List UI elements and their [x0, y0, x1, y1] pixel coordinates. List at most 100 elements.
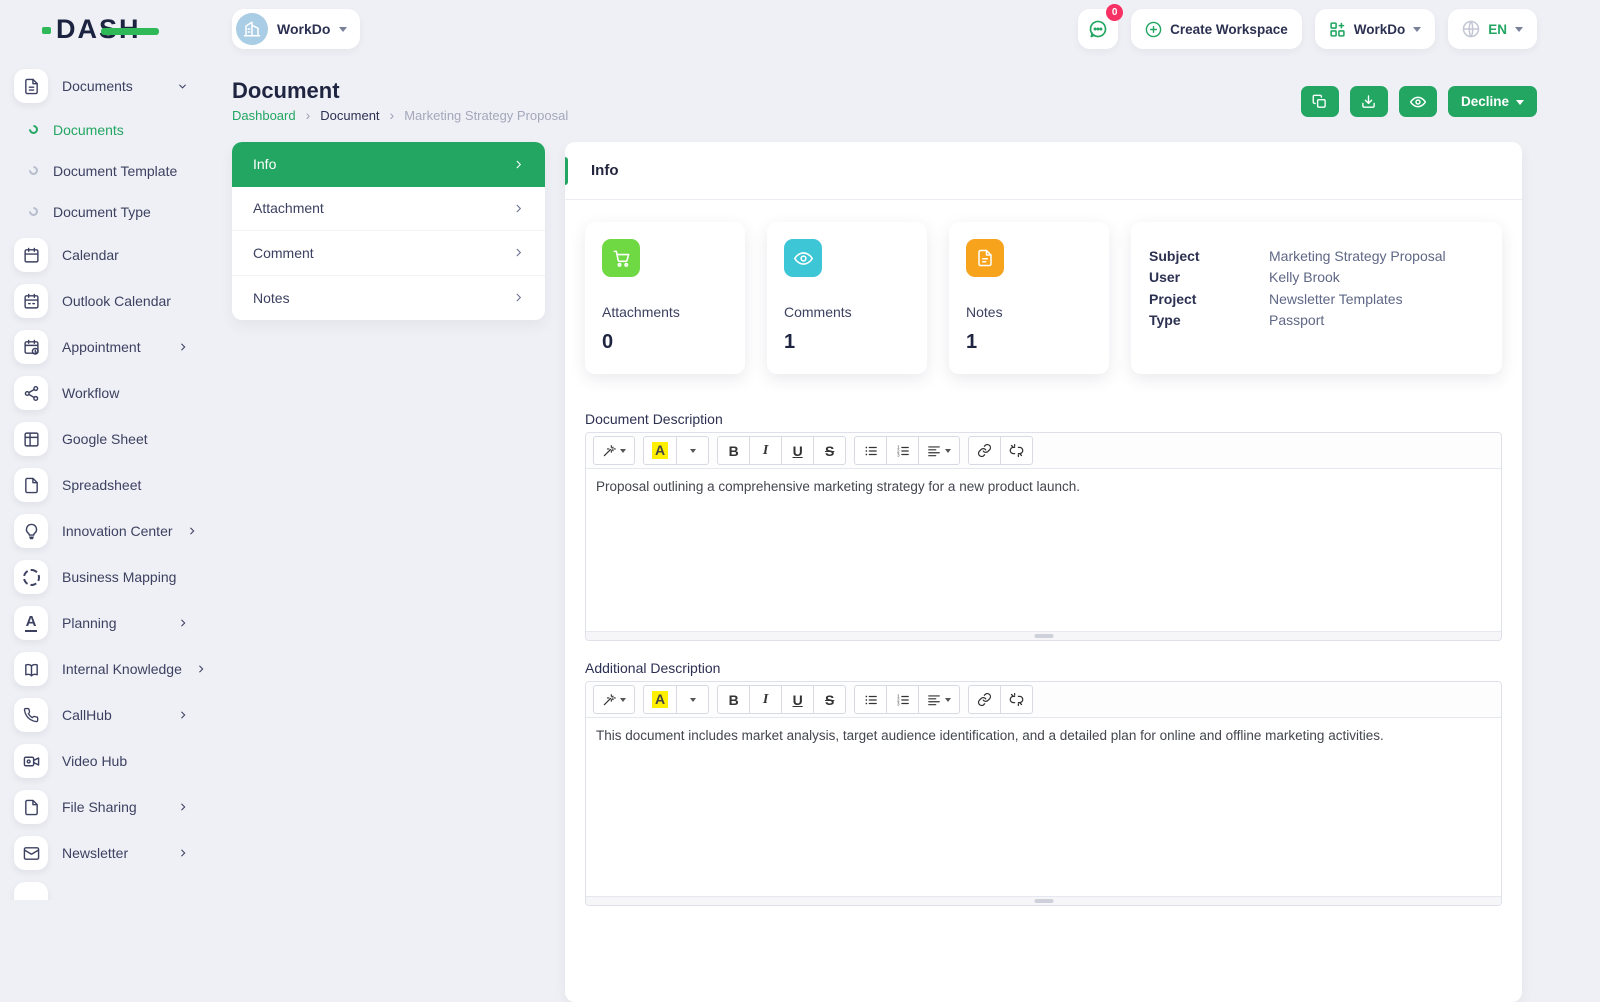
language-selector[interactable]: EN	[1448, 9, 1537, 49]
tab-notes[interactable]: Notes	[232, 276, 545, 321]
create-workspace-button[interactable]: Create Workspace	[1131, 9, 1302, 49]
tab-attachment[interactable]: Attachment	[232, 187, 545, 231]
breadcrumb-dashboard-link[interactable]: Dashboard	[232, 108, 296, 123]
sidebar-item-internal-knowledge[interactable]: Internal Knowledge	[0, 646, 212, 692]
resize-grip[interactable]	[1034, 634, 1053, 638]
sidebar-item-callhub[interactable]: CallHub	[0, 692, 212, 738]
style-magic-button[interactable]	[593, 685, 635, 714]
sidebar-item-partial[interactable]	[0, 876, 212, 900]
paragraph-align-button[interactable]	[918, 685, 961, 714]
bullet-ring-icon	[27, 205, 40, 218]
sidebar-item-appointment[interactable]: Appointment	[0, 324, 212, 370]
eye-icon	[784, 239, 822, 277]
paragraph-align-button[interactable]	[918, 436, 961, 465]
sidebar-item-documents[interactable]: Documents	[0, 109, 212, 150]
sidebar-item-label: Workflow	[62, 385, 120, 401]
download-icon	[1362, 95, 1376, 108]
workdo-apps-menu[interactable]: WorkDo	[1314, 9, 1436, 49]
sidebar-item-planning[interactable]: A Planning	[0, 600, 212, 646]
chevron-right-icon	[513, 203, 524, 214]
detail-value: Marketing Strategy Proposal	[1269, 248, 1446, 264]
font-color-caret-button[interactable]	[676, 436, 710, 465]
chat-button[interactable]: 0	[1078, 4, 1124, 49]
sidebar-item-file-sharing[interactable]: File Sharing	[0, 784, 212, 830]
sidebar-item-video-hub[interactable]: Video Hub	[0, 738, 212, 784]
app-logo[interactable]: DASH	[42, 14, 159, 45]
ordered-list-button[interactable]: 123	[886, 436, 920, 465]
ordered-list-button[interactable]: 123	[886, 685, 920, 714]
sidebar-item-label: Newsletter	[62, 845, 129, 861]
info-card-header: Info	[565, 142, 1522, 200]
insert-link-button[interactable]	[968, 685, 1002, 714]
calendar-icon	[14, 238, 48, 272]
detail-label: Subject	[1149, 248, 1200, 264]
sidebar-item-google-sheet[interactable]: Google Sheet	[0, 416, 212, 462]
chevron-right-icon	[513, 159, 524, 170]
sidebar-item-label: Video Hub	[62, 753, 128, 769]
duplicate-button[interactable]	[1300, 86, 1339, 117]
underline-button[interactable]: U	[781, 685, 815, 714]
sidebar-item-outlook-calendar[interactable]: Outlook Calendar	[0, 278, 212, 324]
italic-button[interactable]: I	[749, 685, 783, 714]
unlink-button[interactable]	[1000, 685, 1034, 714]
additional-description-text[interactable]: This document includes market analysis, …	[586, 718, 1501, 896]
sidebar-item-label: Appointment	[62, 339, 141, 355]
font-color-button[interactable]: A	[643, 436, 678, 465]
chevron-down-icon	[620, 449, 626, 456]
sidebar-item-document-template[interactable]: Document Template	[0, 150, 212, 191]
sidebar-item-calendar[interactable]: Calendar	[0, 232, 212, 278]
apps-grid-icon	[1330, 21, 1345, 37]
italic-button[interactable]: I	[749, 436, 783, 465]
document-description-editor: A B I U S 1 2 3 Proposal outlining a com…	[585, 432, 1502, 641]
sidebar-item-workflow[interactable]: Workflow	[0, 370, 212, 416]
font-color-caret-button[interactable]	[676, 685, 710, 714]
hidden-icon	[14, 882, 48, 900]
document-description-text[interactable]: Proposal outlining a comprehensive marke…	[586, 469, 1501, 631]
bullet-list-icon	[865, 695, 877, 704]
preview-button[interactable]	[1398, 86, 1437, 117]
chevron-right-icon	[178, 342, 188, 352]
breadcrumb-document-link[interactable]: Document	[320, 108, 379, 123]
sidebar-item-business-mapping[interactable]: Business Mapping	[0, 554, 212, 600]
workspace-switcher[interactable]: WorkDo	[232, 9, 361, 49]
sidebar-item-label: CallHub	[62, 707, 112, 723]
detail-label: User	[1149, 269, 1181, 286]
font-color-button[interactable]: A	[643, 685, 678, 714]
stat-label: Comments	[784, 304, 852, 320]
bold-button[interactable]: B	[717, 436, 751, 465]
sidebar-item-innovation-center[interactable]: Innovation Center	[0, 508, 212, 554]
logo-dot-icon	[42, 27, 51, 34]
chevron-down-icon	[945, 449, 952, 456]
sidebar: Documents Documents Document Template Do…	[0, 58, 212, 900]
unordered-list-button[interactable]	[854, 685, 888, 714]
page-actions: Decline	[1300, 86, 1537, 117]
accent-bar	[565, 157, 568, 185]
unordered-list-button[interactable]	[854, 436, 888, 465]
unlink-button[interactable]	[1000, 436, 1034, 465]
create-workspace-label: Create Workspace	[1170, 21, 1288, 37]
sidebar-item-label: File Sharing	[62, 799, 137, 815]
tab-comment[interactable]: Comment	[232, 231, 545, 276]
chevron-down-icon	[689, 698, 696, 705]
style-magic-button[interactable]	[593, 436, 635, 465]
appointment-calendar-icon	[14, 330, 48, 364]
bold-button[interactable]: B	[717, 685, 751, 714]
sidebar-item-documents-group[interactable]: Documents	[0, 63, 212, 109]
decline-button[interactable]: Decline	[1447, 86, 1537, 117]
sidebar-item-newsletter[interactable]: Newsletter	[0, 830, 212, 876]
sidebar-item-spreadsheet[interactable]: Spreadsheet	[0, 462, 212, 508]
strikethrough-button[interactable]: S	[813, 685, 847, 714]
insert-link-button[interactable]	[968, 436, 1002, 465]
sidebar-item-document-type[interactable]: Document Type	[0, 191, 212, 232]
download-button[interactable]	[1349, 86, 1388, 117]
strikethrough-button[interactable]: S	[813, 436, 847, 465]
chevron-down-icon	[945, 698, 952, 705]
lightbulb-icon	[14, 514, 48, 548]
page-title: Document	[232, 78, 340, 103]
chevron-right-icon	[187, 526, 197, 536]
video-camera-icon	[14, 744, 48, 778]
eye-icon	[1409, 96, 1426, 107]
tab-info[interactable]: Info	[232, 142, 545, 187]
underline-button[interactable]: U	[781, 436, 815, 465]
chevron-right-icon	[196, 664, 206, 674]
